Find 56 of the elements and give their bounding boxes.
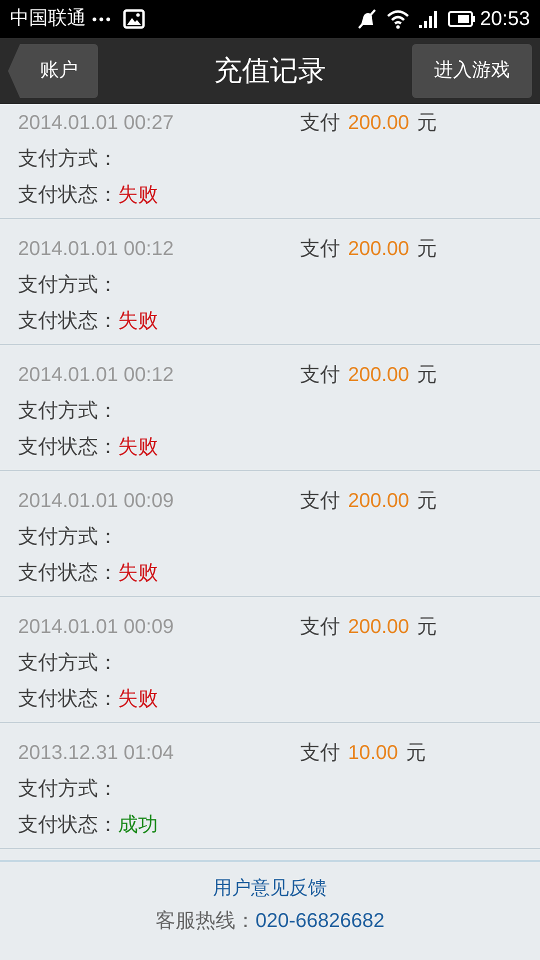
currency-unit: 元: [417, 237, 438, 262]
pay-label: 支付: [300, 237, 340, 262]
payment-status-label: 支付状态：: [18, 435, 118, 460]
pay-label: 支付: [300, 741, 340, 766]
back-button[interactable]: 账户: [8, 44, 98, 98]
currency-unit: 元: [417, 489, 438, 514]
record-date: 2014.01.01 00:12: [18, 363, 175, 388]
payment-status: 失败: [118, 435, 158, 460]
pay-amount: 200.00: [348, 489, 410, 514]
payment-status: 失败: [118, 309, 158, 334]
clock-time: 20:53: [480, 7, 530, 32]
payment-status: 失败: [118, 183, 158, 208]
currency-unit: 元: [406, 741, 426, 766]
payment-status-label: 支付状态：: [18, 561, 118, 586]
payment-status-label: 支付状态：: [18, 183, 118, 208]
record-date: 2014.01.01 00:12: [18, 237, 175, 262]
payment-method-label: 支付方式：: [18, 399, 118, 424]
payment-status-label: 支付状态：: [18, 687, 118, 712]
pay-amount: 200.00: [348, 363, 410, 388]
record-date: 2014.01.01 00:09: [18, 615, 175, 640]
payment-method-label: 支付方式：: [18, 273, 118, 298]
pay-label: 支付: [300, 489, 340, 514]
record-date: 2014.01.01 00:27: [18, 111, 175, 136]
payment-status: 失败: [118, 687, 158, 712]
pay-label: 支付: [300, 363, 340, 388]
notification-dots: •••: [92, 10, 113, 28]
pay-label: 支付: [300, 615, 340, 640]
wifi-icon: [386, 9, 410, 29]
currency-unit: 元: [417, 615, 438, 640]
payment-status-label: 支付状态：: [18, 309, 118, 334]
payment-status-label: 支付状态：: [18, 813, 118, 838]
battery-icon: [448, 10, 476, 28]
payment-method-label: 支付方式：: [18, 651, 118, 676]
page-title: 充值记录: [214, 54, 326, 88]
record-date: 2014.01.01 00:09: [18, 489, 175, 514]
payment-status: 失败: [118, 561, 158, 586]
enter-game-button[interactable]: 进入游戏: [412, 44, 532, 98]
hotline-label: 客服热线：: [155, 909, 256, 934]
hotline-number[interactable]: 020-66826682: [255, 904, 384, 938]
image-icon: [122, 9, 145, 29]
pay-amount: 200.00: [348, 237, 410, 262]
pay-amount: 200.00: [348, 615, 410, 640]
currency-unit: 元: [417, 111, 438, 136]
pay-amount: 10.00: [348, 741, 398, 766]
signal-icon: [418, 9, 440, 29]
record-date: 2013.12.31 01:04: [18, 741, 175, 766]
pay-label: 支付: [300, 111, 340, 136]
payment-method-label: 支付方式：: [18, 525, 118, 550]
currency-unit: 元: [417, 363, 438, 388]
payment-method-label: 支付方式：: [18, 777, 118, 802]
carrier-name: 中国联通: [10, 6, 86, 31]
feedback-link[interactable]: 用户意见反馈: [213, 874, 327, 904]
payment-status: 成功: [118, 813, 158, 838]
pay-amount: 200.00: [348, 111, 410, 136]
payment-method-label: 支付方式：: [18, 147, 118, 172]
muted-bell-icon: [356, 8, 378, 30]
